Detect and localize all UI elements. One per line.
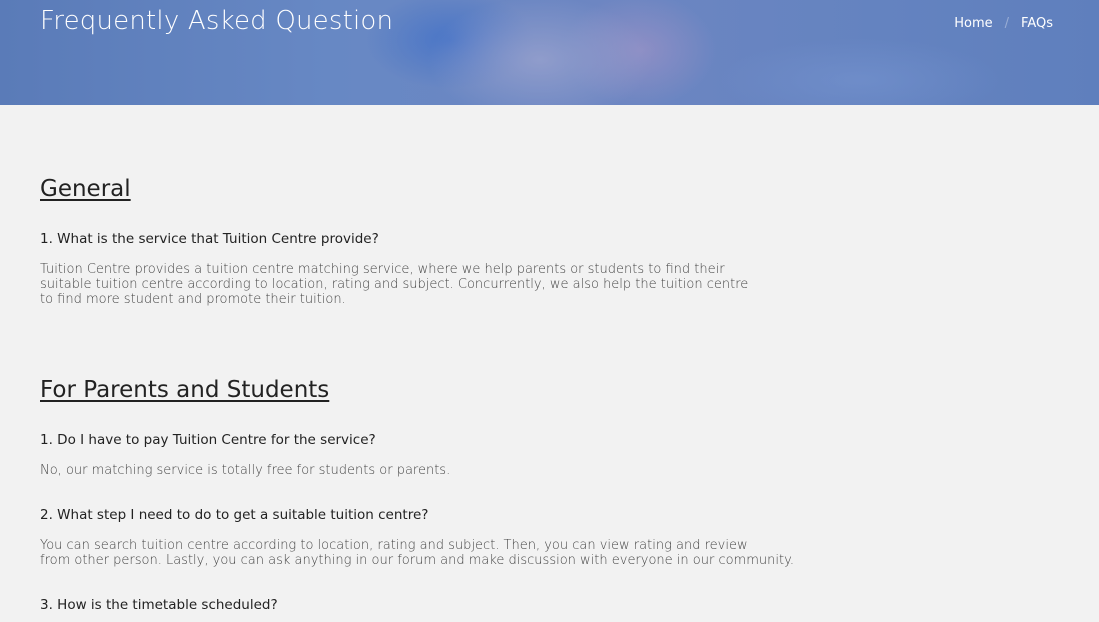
section-heading: General bbox=[40, 176, 131, 202]
faq-answer: Tuition Centre provides a tuition centre… bbox=[40, 262, 748, 307]
answer-line: Tuition Centre provides a tuition centre… bbox=[40, 262, 725, 277]
section-heading: For Parents and Students bbox=[40, 377, 330, 403]
answer-line: You can search tuition centre according … bbox=[40, 538, 748, 553]
answer-line: to find more student and promote their t… bbox=[40, 292, 346, 307]
faq-question: 1. What is the service that Tuition Cent… bbox=[40, 231, 379, 247]
answer-line: from other person. Lastly, you can ask a… bbox=[40, 553, 795, 568]
faq-question: 3. How is the timetable scheduled? bbox=[40, 597, 278, 613]
faq-question: 2. What step I need to do to get a suita… bbox=[40, 507, 429, 523]
answer-line: No, our matching service is totally free… bbox=[40, 463, 451, 478]
faq-answer: You can search tuition centre according … bbox=[40, 538, 794, 568]
breadcrumb-home-link[interactable]: Home bbox=[954, 16, 992, 31]
breadcrumb-faqs-link[interactable]: FAQs bbox=[1021, 16, 1053, 31]
faq-answer: No, our matching service is totally free… bbox=[40, 463, 450, 478]
breadcrumb-separator: / bbox=[1004, 16, 1010, 31]
faq-section-parents-students: For Parents and Students 1. Do I have to… bbox=[40, 377, 820, 613]
page-banner: Frequently Asked Question Home / FAQs bbox=[0, 0, 1099, 105]
answer-line: suitable tuition centre according to loc… bbox=[40, 277, 749, 292]
faq-question: 1. Do I have to pay Tuition Centre for t… bbox=[40, 432, 376, 448]
page-title: Frequently Asked Question bbox=[40, 6, 394, 36]
faq-section-general: General 1. What is the service that Tuit… bbox=[40, 176, 820, 307]
breadcrumb: Home / FAQs bbox=[954, 16, 1053, 31]
